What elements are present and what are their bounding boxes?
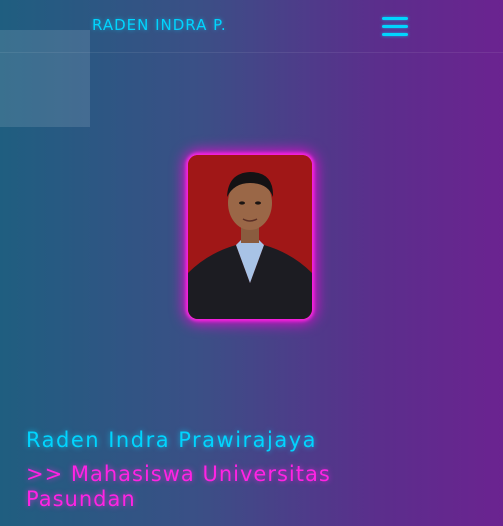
hamburger-menu-icon[interactable] xyxy=(380,14,410,40)
profile-name: Raden Indra Prawirajaya xyxy=(26,428,318,452)
profile-photo xyxy=(188,155,312,319)
profile-photo-illustration xyxy=(188,155,312,319)
profile-subtitle: >> Mahasiswa Universitas Pasundan xyxy=(26,462,331,511)
menu-bar-middle xyxy=(382,25,408,28)
decorative-overlay-square xyxy=(0,30,90,127)
menu-bar-bottom xyxy=(382,33,408,36)
brand-logo-text[interactable]: RADEN INDRA P. xyxy=(92,16,227,34)
menu-bar-top xyxy=(382,17,408,20)
